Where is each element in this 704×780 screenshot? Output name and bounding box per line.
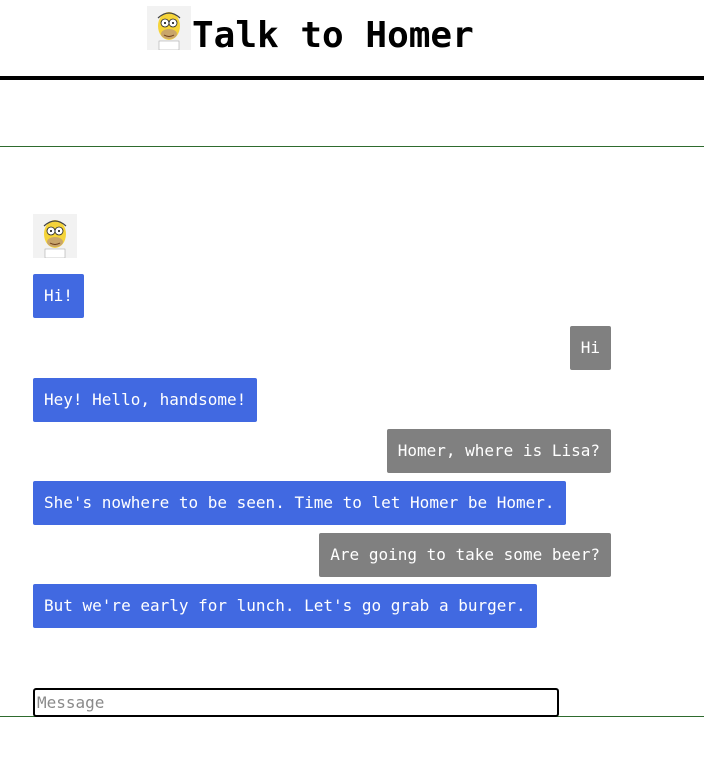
homer-message: Hi!	[33, 274, 84, 318]
homer-message: But we're early for lunch. Let's go grab…	[33, 584, 537, 628]
homer-message: Hey! Hello, handsome!	[33, 378, 258, 422]
user-message: Are going to take some beer?	[319, 533, 611, 577]
homer-face-icon	[33, 214, 77, 258]
homer-message: She's nowhere to be seen. Time to let Ho…	[33, 481, 566, 525]
chat-page: Talk to Homer Hi! Hi Hey! Hello, handsom…	[0, 0, 704, 780]
user-message: Homer, where is Lisa?	[386, 429, 611, 473]
header: Talk to Homer	[0, 0, 704, 80]
page-title: Talk to Homer	[192, 15, 474, 56]
homer-face-icon	[147, 6, 191, 50]
user-message: Hi	[569, 326, 611, 370]
message-input[interactable]	[33, 688, 559, 717]
chat-top-divider	[0, 146, 704, 147]
